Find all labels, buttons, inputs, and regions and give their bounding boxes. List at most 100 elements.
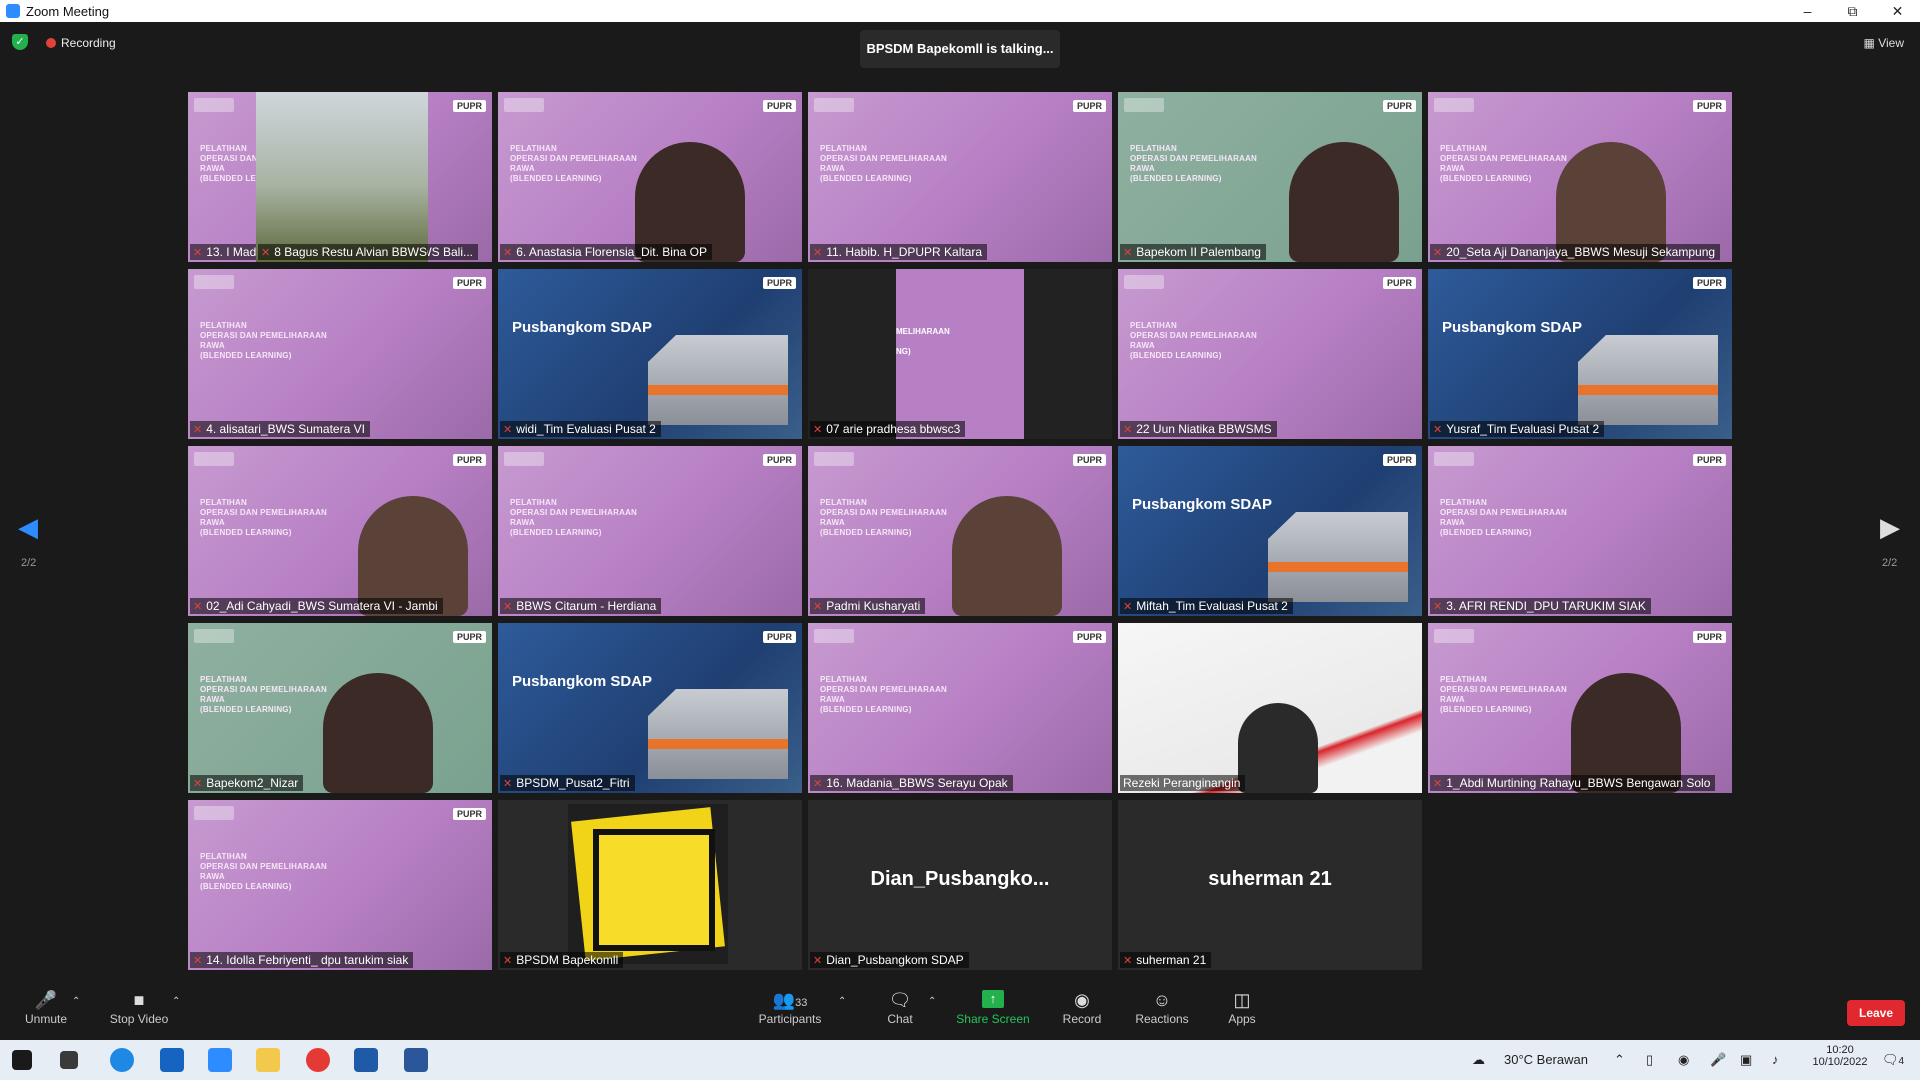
zoom-taskbar-icon[interactable] — [208, 1048, 232, 1072]
store-icon[interactable] — [354, 1048, 378, 1072]
participant-tile[interactable]: PUPR PELATIHANOPERASI DAN PEMELIHARAANRAW… — [1428, 623, 1732, 793]
participants-button[interactable]: 👥33 Participants — [754, 990, 826, 1026]
participant-tile[interactable]: PUPR Pusbangkom SDAP ✕ Yusraf_Tim Evaluasi … — [1428, 269, 1732, 439]
mail-icon[interactable] — [160, 1048, 184, 1072]
reactions-smiley-icon: ☺ — [1152, 990, 1172, 1010]
record-button[interactable]: ◉ Record — [1058, 990, 1106, 1026]
chat-options-caret[interactable]: ⌃ — [928, 996, 936, 1007]
notifications-icon[interactable]: 🗨4 — [1882, 1052, 1904, 1068]
slide-title-text: PELATIHANOPERASI DAN PEMELIHARAANRAWA(BL… — [820, 144, 947, 184]
participant-tile[interactable]: ✕ BPSDM Bapekomll — [498, 800, 802, 970]
slide-title-text: Pusbangkom SDAP — [1442, 319, 1583, 336]
microphone-muted-icon: ✕ — [813, 600, 823, 613]
edge-browser-icon[interactable] — [110, 1048, 134, 1072]
participant-tile[interactable]: PUPR PELATIHANOPERASI DAN PEMELIHARAANRAW… — [808, 623, 1112, 793]
event-logo-icon — [504, 98, 544, 112]
slide-text-line: OPERASI DAN PEMELIHARAAN — [200, 862, 328, 871]
share-screen-button[interactable]: ↑ Share Screen — [954, 990, 1032, 1026]
participant-tile[interactable]: PUPR PELATIHANOPERASI DAN PEMELIHARAANRAW… — [1118, 269, 1422, 439]
slide-text-line: RAWA — [1130, 164, 1155, 173]
windows-start-icon[interactable] — [12, 1050, 32, 1070]
participant-tile[interactable]: suherman 21 ✕ suherman 21 — [1118, 800, 1422, 970]
battery-icon[interactable]: ▯ — [1646, 1052, 1653, 1068]
chrome-browser-icon[interactable] — [306, 1048, 330, 1072]
participant-tile[interactable]: PUPR PELATIHANOPERASI DAN PEMELIHARAANRAW… — [498, 92, 802, 262]
participant-tile[interactable]: PUPR PELATIHANOPERASI DAN PEMELIHARAANRAW… — [1428, 446, 1732, 616]
participant-nametag: ✕ BPSDM_Pusat2_Fitri — [500, 775, 635, 791]
microphone-muted-icon: ✕ — [813, 954, 823, 967]
participant-tile[interactable]: PUPR Pusbangkom SDAP ✕ BPSDM_Pusat2_Fitri — [498, 623, 802, 793]
pupr-logo: PUPR — [452, 100, 486, 112]
tray-chevron-icon[interactable]: ⌃ — [1614, 1052, 1625, 1068]
slide-text-line: OPERASI DAN PEMELIHARAAN — [1130, 154, 1258, 163]
weather-readout[interactable]: 30°C Berawan — [1504, 1052, 1588, 1067]
reactions-button[interactable]: ☺ Reactions — [1132, 990, 1192, 1026]
stop-video-button[interactable]: ■ Stop Video — [104, 990, 174, 1026]
next-page-arrow-icon[interactable]: ▶ — [1880, 512, 1900, 543]
mic-tray-icon[interactable]: 🎤 — [1710, 1052, 1726, 1068]
recording-label: Recording — [61, 36, 116, 50]
participant-tile[interactable]: PUPR PELATIHANOPERASI DAN PEMELIHARAANRAW… — [808, 446, 1112, 616]
participant-tile[interactable]: PUPR PELATIHANOPERASI DAN PEMELIHARAANRAW… — [188, 446, 492, 616]
slide-text-line: OPERASI DAN PEMELIHARAAN — [1440, 154, 1568, 163]
record-icon: ◉ — [1074, 990, 1090, 1010]
recording-indicator[interactable]: Recording — [46, 36, 116, 50]
participant-tile[interactable]: ✕8 Bagus Restu Alvian BBWSC-3 — [256, 92, 428, 262]
participant-nametag: ✕ 02_Adi Cahyadi_BWS Sumatera VI - Jambi — [190, 598, 443, 614]
slide-text-line: OPERASI DAN PEMELIHARAAN — [820, 154, 948, 163]
word-icon[interactable] — [404, 1048, 428, 1072]
security-shield-icon[interactable]: ✓ — [12, 34, 28, 50]
video-options-caret[interactable]: ⌃ — [172, 996, 180, 1007]
participant-tile[interactable]: PUPR PELATIHANOPERASI DAN PEMELIHARAANRAW… — [1118, 92, 1422, 262]
participant-tile[interactable]: PUPR PELATIHANOPERASI DAN PEMELIHARAANRAW… — [1428, 92, 1732, 262]
microphone-muted-icon: ✕ — [261, 246, 271, 259]
participants-options-caret[interactable]: ⌃ — [838, 996, 846, 1007]
chat-label: Chat — [887, 1012, 913, 1026]
participant-tile[interactable]: PUPR Pusbangkom SDAP ✕ widi_Tim Evaluasi Pu… — [498, 269, 802, 439]
minimize-icon[interactable]: – — [1785, 0, 1830, 22]
task-view-icon[interactable] — [60, 1051, 78, 1069]
participant-name: 3. AFRI RENDI_DPU TARUKIM SIAK — [1446, 599, 1646, 613]
webcam-icon[interactable]: ◉ — [1678, 1052, 1689, 1068]
clock[interactable]: 10:20 10/10/2022 — [1810, 1044, 1870, 1068]
slide-text-line: PELATIHAN — [200, 675, 247, 684]
restore-icon[interactable]: ⧉ — [1830, 0, 1875, 22]
unmute-button[interactable]: 🎤 Unmute — [22, 990, 70, 1026]
slide-text-line: PELATIHAN — [820, 675, 867, 684]
participant-nametag: ✕ 6. Anastasia Florensia_Dit. Bina OP — [500, 244, 712, 260]
slide-text-line: RAWA — [820, 695, 845, 704]
leave-button[interactable]: Leave — [1847, 1000, 1905, 1026]
participant-tile[interactable]: MELIHARAAN NG) ✕ 07 arie pradhesa bbwsc3 — [808, 269, 1112, 439]
file-explorer-icon[interactable] — [256, 1048, 280, 1072]
participant-nametag: ✕8 Bagus Restu Alvian BBWSC-3 — [258, 244, 428, 260]
participant-tile[interactable]: PUPR Pusbangkom SDAP ✕ Miftah_Tim Evaluasi … — [1118, 446, 1422, 616]
participant-tile[interactable]: Rezeki Peranginangin — [1118, 623, 1422, 793]
participant-name: 02_Adi Cahyadi_BWS Sumatera VI - Jambi — [206, 599, 438, 613]
slide-text-line: OPERASI DAN PEMELIHARAAN — [510, 508, 638, 517]
view-button[interactable]: ▦ View — [1864, 36, 1904, 50]
participant-tile[interactable]: PUPR PELATIHANOPERASI DAN PEMELIHARAANRAW… — [188, 800, 492, 970]
slide-text-line: NG) — [896, 347, 911, 356]
audio-options-caret[interactable]: ⌃ — [72, 996, 80, 1007]
participant-tile[interactable]: Dian_Pusbangko... ✕ Dian_Pusbangkom SDAP — [808, 800, 1112, 970]
participant-tile[interactable]: PUPR PELATIHANOPERASI DAN PEMELIHARAANRAW… — [188, 623, 492, 793]
network-icon[interactable]: ▣ — [1740, 1052, 1752, 1068]
apps-button[interactable]: ◫ Apps — [1220, 990, 1264, 1026]
slide-text-line: PELATIHAN — [510, 498, 557, 507]
microphone-muted-icon: ✕ — [1433, 600, 1443, 613]
slide-text-line: (BLENDED LEARNING) — [820, 174, 912, 183]
grid-view-icon: ▦ — [1863, 36, 1875, 50]
volume-icon[interactable]: ♪ — [1772, 1052, 1779, 1067]
apps-icon: ◫ — [1233, 990, 1251, 1010]
slide-title-text: Pusbangkom SDAP — [512, 673, 653, 690]
logo-foreground-shape — [593, 829, 715, 951]
event-logo-icon — [1124, 98, 1164, 112]
participant-tile[interactable]: PUPR PELATIHANOPERASI DAN PEMELIHARAANRAW… — [808, 92, 1112, 262]
participant-tile[interactable]: PUPR PELATIHANOPERASI DAN PEMELIHARAANRAW… — [498, 446, 802, 616]
previous-page-arrow-icon[interactable]: ◀ — [18, 512, 38, 543]
chat-button[interactable]: 🗨 Chat — [880, 990, 920, 1026]
participant-tile[interactable]: PUPR PELATIHANOPERASI DAN PEMELIHARAANRAW… — [188, 269, 492, 439]
close-icon[interactable]: ✕ — [1875, 0, 1920, 22]
slide-title-text: Pusbangkom SDAP — [512, 319, 653, 336]
participant-nametag: ✕ 11. Habib. H_DPUPR Kaltara — [810, 244, 988, 260]
